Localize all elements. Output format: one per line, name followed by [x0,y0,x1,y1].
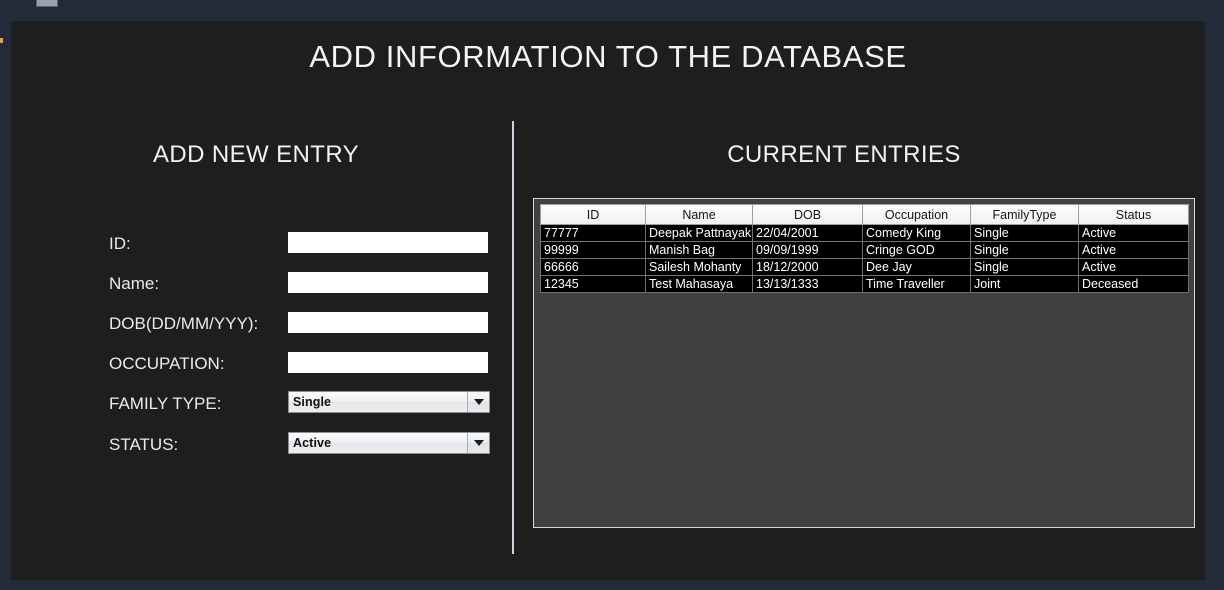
form-row-dob: DOB(DD/MM/YYY): [11,311,511,337]
cell-status: Active [1078,224,1189,242]
column-header-dob[interactable]: DOB [752,204,863,225]
cell-name: Deepak Pattnayak [645,224,753,242]
table-body: 77777 Deepak Pattnayak 22/04/2001 Comedy Ki… [540,224,1189,293]
label-name: Name: [109,274,160,293]
form-row-occupation: OCCUPATION: [11,351,511,377]
cell-status: Active [1078,241,1189,259]
desktop-background: ADD INFORMATION TO THE DATABASE ADD NEW … [0,0,1224,590]
window-chrome-stub [36,0,58,7]
cell-familytype: Single [970,224,1079,242]
cell-dob: 18/12/2000 [752,258,863,276]
cell-id: 66666 [540,258,646,276]
column-header-occupation[interactable]: Occupation [862,204,971,225]
cell-name: Sailesh Mohanty [645,258,753,276]
column-header-name[interactable]: Name [645,204,753,225]
cell-dob: 13/13/1333 [752,275,863,293]
table-row[interactable]: 99999 Manish Bag 09/09/1999 Cringe GOD Singl… [540,241,1189,259]
label-id: ID: [109,234,131,253]
chevron-down-icon[interactable] [467,433,489,453]
add-new-entry-heading: ADD NEW ENTRY [152,141,360,168]
table-header-row: ID Name DOB Occupation FamilyType Status [540,204,1189,225]
cell-occupation: Cringe GOD [862,241,971,259]
add-new-entry-pane: ADD NEW ENTRY ID: Name: DOB(DD/MM/YYY): … [11,116,511,576]
form-row-id: ID: [11,231,511,257]
cell-id: 99999 [540,241,646,259]
label-dob: DOB(DD/MM/YYY): [109,314,259,333]
cell-name: Manish Bag [645,241,753,259]
occupation-input[interactable] [288,352,488,373]
current-entries-heading: CURRENT ENTRIES [727,141,961,168]
status-dropdown[interactable]: Active [288,432,490,454]
column-header-status[interactable]: Status [1078,204,1189,225]
cell-status: Active [1078,258,1189,276]
entries-table: ID Name DOB Occupation FamilyType Status 7777… [540,204,1189,293]
label-status: STATUS: [109,435,179,454]
family-type-value: Single [293,395,332,409]
column-header-id[interactable]: ID [540,204,646,225]
column-header-familytype[interactable]: FamilyType [970,204,1079,225]
form-row-family-type: FAMILY TYPE: Single [11,391,511,417]
status-value: Active [293,436,332,450]
id-input[interactable] [288,232,488,253]
cell-occupation: Comedy King [862,224,971,242]
page-title: ADD INFORMATION TO THE DATABASE [309,39,907,74]
cell-occupation: Time Traveller [862,275,971,293]
label-occupation: OCCUPATION: [109,354,225,373]
application-window: ADD INFORMATION TO THE DATABASE ADD NEW … [11,21,1205,580]
table-row[interactable]: 66666 Sailesh Mohanty 18/12/2000 Dee Jay Sin… [540,258,1189,276]
current-entries-pane: CURRENT ENTRIES ID Name DOB Occupation Famil… [514,116,1205,576]
family-type-dropdown[interactable]: Single [288,391,490,413]
form-row-name: Name: [11,271,511,297]
name-input[interactable] [288,272,488,293]
cell-familytype: Single [970,241,1079,259]
cell-name: Test Mahasaya [645,275,753,293]
form-row-status: STATUS: Active [11,432,511,458]
label-family-type: FAMILY TYPE: [109,394,222,413]
cell-id: 12345 [540,275,646,293]
table-row[interactable]: 12345 Test Mahasaya 13/13/1333 Time Travell… [540,275,1189,293]
cell-id: 77777 [540,224,646,242]
chevron-down-icon[interactable] [467,392,489,412]
cell-status: Deceased [1078,275,1189,293]
cell-familytype: Single [970,258,1079,276]
cell-dob: 09/09/1999 [752,241,863,259]
cell-familytype: Joint [970,275,1079,293]
cell-dob: 22/04/2001 [752,224,863,242]
accent-marker [0,38,3,43]
table-row[interactable]: 77777 Deepak Pattnayak 22/04/2001 Comedy Ki… [540,224,1189,242]
dob-input[interactable] [288,312,488,333]
cell-occupation: Dee Jay [862,258,971,276]
entries-table-panel[interactable]: ID Name DOB Occupation FamilyType Status 7777… [533,198,1195,528]
